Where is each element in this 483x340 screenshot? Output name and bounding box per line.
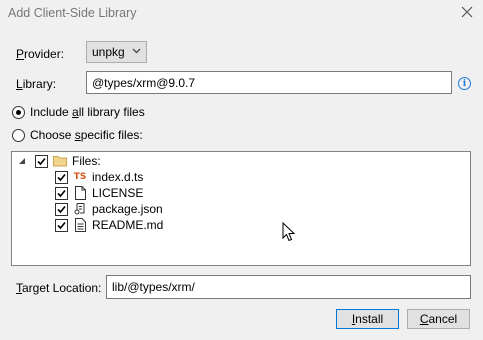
provider-value: unpkg	[92, 45, 125, 59]
file-name: LICENSE	[92, 186, 144, 200]
choose-specific-radio[interactable]	[12, 129, 25, 142]
checkmark-icon	[57, 205, 66, 213]
target-location-label: Target Location:	[16, 281, 102, 295]
file-checkbox[interactable]	[55, 186, 68, 200]
json-file-icon	[73, 202, 87, 216]
window-title: Add Client-Side Library	[8, 6, 137, 20]
file-checkbox[interactable]	[55, 218, 68, 232]
provider-dropdown[interactable]: unpkg	[86, 41, 147, 63]
file-checkbox[interactable]	[55, 202, 68, 216]
checkmark-icon	[37, 157, 46, 165]
choose-specific-label[interactable]: Choose specific files:	[30, 128, 143, 142]
library-label: Library:	[16, 77, 57, 91]
typescript-file-icon: TS	[73, 172, 87, 182]
checkmark-icon	[57, 221, 66, 229]
include-all-radio[interactable]	[12, 106, 25, 119]
target-location-value: lib/@types/xrm/	[112, 280, 195, 294]
files-tree[interactable]: Files: TS index.d.ts LICENSE package.jso…	[11, 151, 471, 266]
mouse-pointer-icon	[282, 221, 296, 245]
tree-file-row[interactable]: package.json	[55, 201, 163, 217]
markdown-file-icon	[73, 218, 87, 232]
file-icon	[73, 186, 87, 200]
file-checkbox[interactable]	[55, 170, 68, 184]
file-name: index.d.ts	[92, 170, 144, 184]
root-checkbox[interactable]	[35, 154, 48, 168]
cancel-button[interactable]: Cancel	[407, 309, 470, 329]
expand-triangle-icon[interactable]	[18, 157, 28, 165]
checkmark-icon	[57, 189, 66, 197]
file-name: package.json	[92, 202, 163, 216]
library-input-value: @types/xrm@9.0.7	[92, 75, 196, 90]
close-icon	[461, 6, 473, 18]
tree-file-row[interactable]: TS index.d.ts	[55, 169, 143, 185]
chevron-down-icon	[132, 46, 141, 56]
library-input[interactable]: @types/xrm@9.0.7	[86, 71, 452, 94]
tree-file-row[interactable]: LICENSE	[55, 185, 143, 201]
tree-root-row[interactable]: Files:	[18, 153, 101, 169]
install-button[interactable]: Install	[336, 309, 399, 329]
close-button[interactable]	[459, 4, 475, 20]
target-location-input[interactable]: lib/@types/xrm/	[106, 275, 471, 299]
provider-label: Provider:	[16, 47, 65, 61]
tree-root-label: Files:	[72, 154, 101, 168]
tree-file-row[interactable]: README.md	[55, 217, 163, 233]
radio-selected-dot	[16, 110, 21, 115]
file-name: README.md	[92, 218, 164, 232]
checkmark-icon	[57, 173, 66, 181]
include-all-label[interactable]: Include all library files	[30, 105, 145, 119]
info-icon[interactable]: i	[458, 77, 471, 90]
folder-icon	[53, 154, 67, 168]
